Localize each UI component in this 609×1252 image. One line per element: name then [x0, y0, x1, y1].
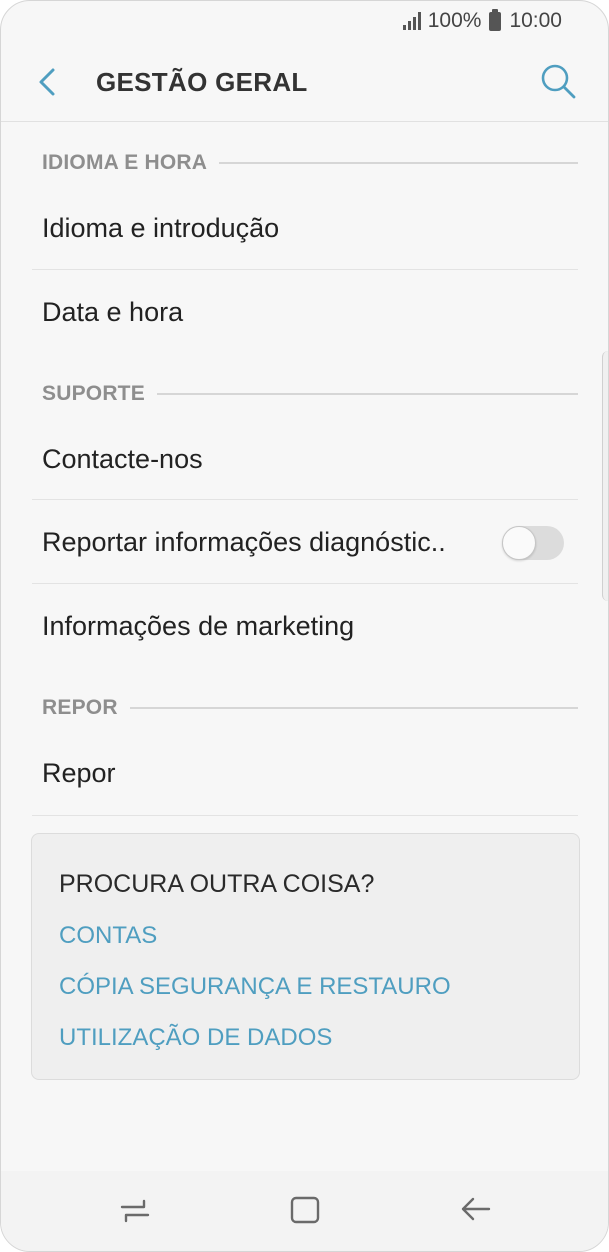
list-item-data-hora[interactable]: Data e hora [42, 297, 578, 328]
section-label: SUPORTE [42, 382, 145, 405]
page-title: GESTÃO GERAL [96, 67, 308, 97]
back-arrow-icon[interactable] [459, 1193, 493, 1227]
app-bar-divider [1, 121, 608, 122]
section-header-suporte: SUPORTE [42, 379, 578, 409]
status-time: 10:00 [509, 9, 562, 32]
chevron-left-icon[interactable] [27, 61, 69, 103]
status-indicators: 100% 10:00 [402, 8, 562, 33]
diagnostics-toggle[interactable] [502, 526, 564, 560]
battery-icon [489, 8, 502, 31]
home-icon[interactable] [288, 1193, 322, 1227]
list-item-informacoes-marketing[interactable]: Informações de marketing [42, 611, 578, 642]
recents-icon[interactable] [118, 1193, 152, 1227]
signal-icon [402, 12, 421, 30]
list-item-contacte-nos[interactable]: Contacte-nos [42, 444, 578, 475]
suggestions-card: PROCURA OUTRA COISA? CONTAS CÓPIA SEGURA… [31, 833, 580, 1080]
section-header-repor: REPOR [42, 693, 578, 723]
side-edge-handle[interactable] [602, 351, 608, 601]
status-bar: 100% 10:00 [1, 1, 608, 45]
suggestion-link-contas[interactable]: CONTAS [59, 922, 157, 950]
section-header-idioma-hora: IDIOMA E HORA [42, 148, 578, 178]
item-divider [32, 815, 578, 816]
suggestion-link-copia-seguranca[interactable]: CÓPIA SEGURANÇA E RESTAURO [59, 973, 451, 1001]
suggestions-title: PROCURA OUTRA COISA? [59, 870, 375, 898]
app-bar: GESTÃO GERAL [1, 45, 608, 121]
item-divider [32, 269, 578, 270]
battery-percentage: 100% [427, 9, 482, 32]
section-divider [219, 162, 578, 164]
navigation-bar [1, 1171, 608, 1251]
list-item-idioma-introducao[interactable]: Idioma e introdução [42, 213, 578, 244]
phone-screen: 100% 10:00 GESTÃO GERAL IDIOMA E HORA Id… [0, 0, 609, 1252]
item-divider [32, 499, 578, 500]
list-item-reportar-diagnostico[interactable]: Reportar informações diagnóstic.. [42, 527, 578, 558]
search-icon[interactable] [536, 59, 580, 103]
list-item-repor[interactable]: Repor [42, 758, 578, 789]
toggle-knob [502, 526, 536, 560]
section-label: IDIOMA E HORA [42, 151, 208, 174]
section-divider [129, 707, 578, 709]
section-divider [156, 393, 578, 395]
section-label: REPOR [42, 696, 118, 719]
item-divider [32, 583, 578, 584]
suggestion-link-utilizacao-dados[interactable]: UTILIZAÇÃO DE DADOS [59, 1024, 332, 1052]
